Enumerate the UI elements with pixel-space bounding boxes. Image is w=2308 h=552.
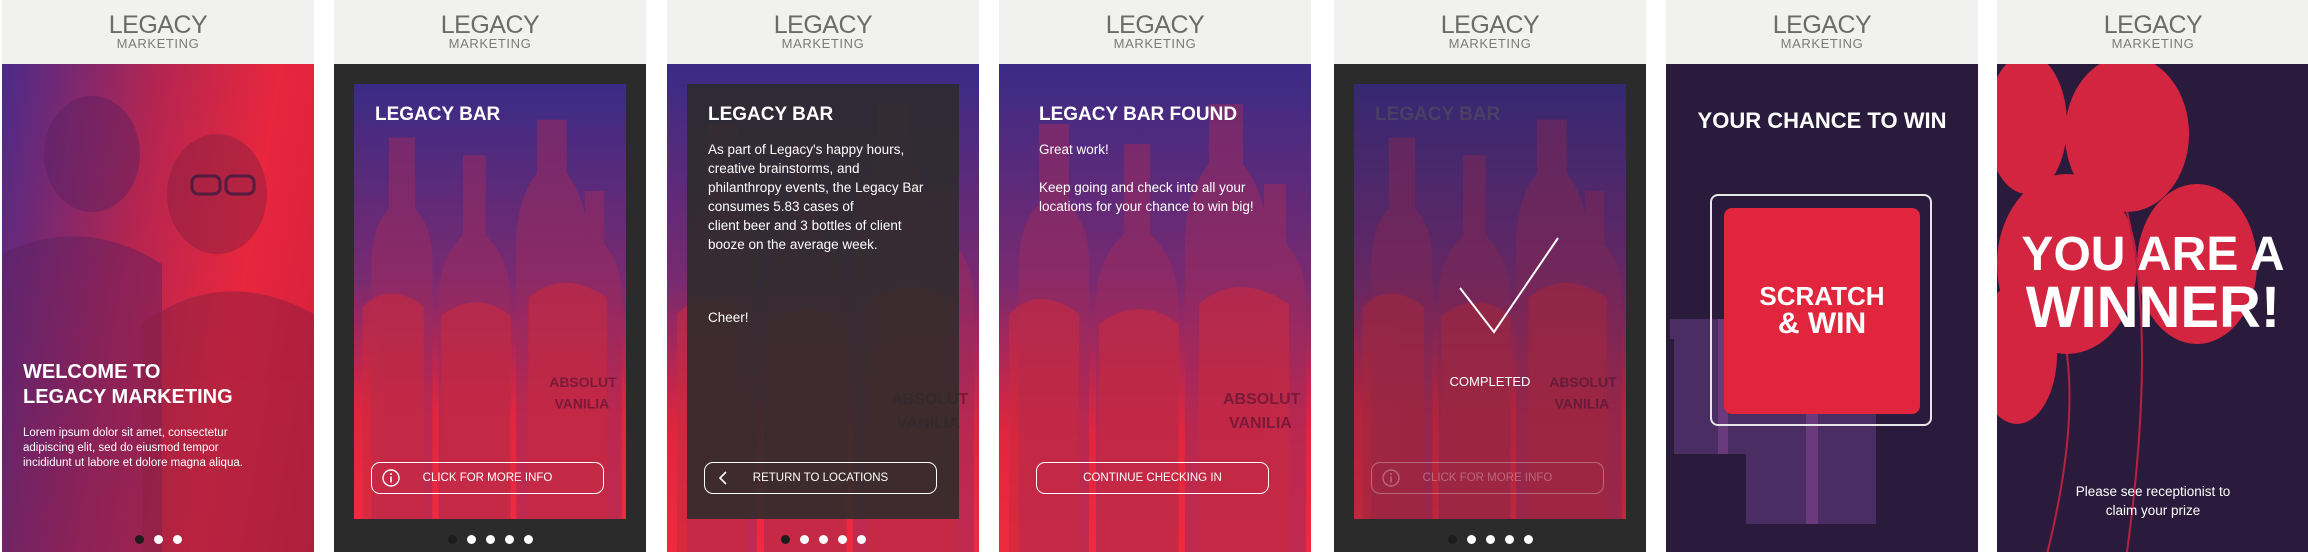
logo-legacy: LEGACY bbox=[2103, 11, 2203, 39]
found-line2: Keep going and check into all your locat… bbox=[1039, 180, 1254, 214]
page-dot-1[interactable] bbox=[780, 535, 790, 544]
welcome-body: Lorem ipsum dolor sit amet, consectetur … bbox=[23, 427, 243, 469]
card-title: LEGACY BAR bbox=[708, 104, 834, 125]
winner-title-line1: YOU ARE A bbox=[2021, 228, 2285, 281]
welcome-title: WELCOME TO LEGACY MARKETING bbox=[23, 361, 233, 408]
logo-legacy: LEGACY bbox=[108, 11, 208, 39]
logo-marketing: MARKETING bbox=[1780, 36, 1864, 51]
more-info-button-disabled[interactable]: CLICK FOR MORE INFO bbox=[1371, 462, 1604, 494]
screen-bar-info: LEGACY MARKETING LEGACY BAR As part of L… bbox=[667, 0, 979, 552]
logo-legacy: LEGACY bbox=[1440, 11, 1540, 39]
winner-title-line2: WINNER! bbox=[2025, 275, 2281, 340]
card-body: As part of Legacy's happy hours, creativ… bbox=[708, 142, 924, 252]
pagination-dots bbox=[1334, 535, 1646, 544]
found-line1: Great work! bbox=[1039, 142, 1109, 157]
pagination-dots bbox=[334, 535, 646, 544]
screen-chance-to-win: LEGACY MARKETING YOUR CHANCE TO WIN SCRA… bbox=[1666, 0, 1978, 552]
more-info-label: CLICK FOR MORE INFO bbox=[422, 472, 553, 484]
app-header: LEGACY MARKETING bbox=[667, 0, 979, 64]
scratch-top-label: SCRATCH bbox=[1759, 281, 1885, 311]
logo-marketing: MARKETING bbox=[448, 36, 532, 51]
logo-marketing: MARKETING bbox=[116, 36, 200, 51]
app-header: LEGACY MARKETING bbox=[1997, 0, 2308, 64]
page-dot-5[interactable] bbox=[856, 535, 866, 544]
page-dot-3[interactable] bbox=[172, 535, 182, 544]
pagination-dots bbox=[667, 535, 979, 544]
page-dot-2[interactable] bbox=[153, 535, 163, 544]
completed-frame: LEGACY BAR COMPLETED CLICK FOR MORE INFO bbox=[1334, 64, 1646, 552]
app-header: LEGACY MARKETING bbox=[1666, 0, 1978, 64]
card-cheer: Cheer! bbox=[708, 310, 749, 325]
win-area: YOUR CHANCE TO WIN SCRATCH & WIN bbox=[1666, 64, 1978, 552]
page-dot-4[interactable] bbox=[837, 535, 847, 544]
screen-welcome: LEGACY MARKETING WELCOME TO LEGACY MARKE… bbox=[2, 0, 314, 552]
winner-area: YOU ARE A WINNER! Please see receptionis… bbox=[1997, 64, 2308, 552]
page-dot-2[interactable] bbox=[466, 535, 476, 544]
pagination-dots bbox=[2, 535, 314, 544]
hero-photo bbox=[2, 96, 314, 552]
card-title: LEGACY BAR bbox=[375, 104, 501, 125]
page-dot-3[interactable] bbox=[818, 535, 828, 544]
logo-marketing: MARKETING bbox=[2111, 36, 2195, 51]
bar-found-area: LEGACY BAR FOUND Great work! Keep going … bbox=[999, 64, 1311, 552]
app-header: LEGACY MARKETING bbox=[1334, 0, 1646, 64]
logo-legacy: LEGACY bbox=[1772, 11, 1872, 39]
winner-note: Please see receptionist to claim your pr… bbox=[2075, 484, 2231, 518]
page-dot-1[interactable] bbox=[447, 535, 457, 544]
bar-info-area: LEGACY BAR As part of Legacy's happy hou… bbox=[667, 64, 979, 552]
app-header: LEGACY MARKETING bbox=[334, 0, 646, 64]
logo-marketing: MARKETING bbox=[1448, 36, 1532, 51]
chevron-left-icon bbox=[718, 471, 727, 485]
scratch-card-frame: SCRATCH & WIN bbox=[1710, 194, 1932, 426]
bar-card: LEGACY BAR bbox=[354, 84, 626, 519]
screen-bar-found: LEGACY MARKETING LEGACY BAR FOUND Great … bbox=[999, 0, 1311, 552]
info-card: LEGACY BAR As part of Legacy's happy hou… bbox=[687, 84, 959, 519]
page-dot-4[interactable] bbox=[1504, 535, 1514, 544]
return-label: RETURN TO LOCATIONS bbox=[752, 472, 889, 484]
found-title: LEGACY BAR FOUND bbox=[1039, 104, 1238, 125]
continue-checking-in-button[interactable]: CONTINUE CHECKING IN bbox=[1036, 462, 1269, 494]
card-title: LEGACY BAR bbox=[1375, 104, 1501, 125]
page-dot-3[interactable] bbox=[1485, 535, 1495, 544]
logo-marketing: MARKETING bbox=[1113, 36, 1197, 51]
bar-card-frame: LEGACY BAR CLICK FOR MORE INFO bbox=[334, 64, 646, 552]
screen-legacy-bar: LEGACY MARKETING LEGACY BAR CLICK FOR MO… bbox=[334, 0, 646, 552]
page-dot-3[interactable] bbox=[485, 535, 495, 544]
scratch-bottom-label: & WIN bbox=[1777, 307, 1867, 340]
info-icon bbox=[382, 469, 400, 487]
page-dot-1[interactable] bbox=[1447, 535, 1457, 544]
checkmark-icon bbox=[1459, 237, 1559, 334]
app-header: LEGACY MARKETING bbox=[2, 0, 314, 64]
scratch-and-win-button[interactable]: SCRATCH & WIN bbox=[1724, 208, 1920, 414]
page-dot-2[interactable] bbox=[1466, 535, 1476, 544]
page-dot-2[interactable] bbox=[799, 535, 809, 544]
screen-completed: LEGACY MARKETING LEGACY BAR COMPLETED CL… bbox=[1334, 0, 1646, 552]
screen-winner: LEGACY MARKETING YOU ARE A WINNER! Pleas… bbox=[1997, 0, 2308, 552]
page-dot-5[interactable] bbox=[1523, 535, 1533, 544]
page-dot-1[interactable] bbox=[134, 535, 144, 544]
more-info-button[interactable]: CLICK FOR MORE INFO bbox=[371, 462, 604, 494]
page-dot-5[interactable] bbox=[523, 535, 533, 544]
more-info-label: CLICK FOR MORE INFO bbox=[1422, 472, 1553, 484]
app-header: LEGACY MARKETING bbox=[999, 0, 1311, 64]
logo-legacy: LEGACY bbox=[773, 11, 873, 39]
logo-marketing: MARKETING bbox=[781, 36, 865, 51]
info-icon bbox=[1382, 469, 1400, 487]
welcome-hero: WELCOME TO LEGACY MARKETING Lorem ipsum … bbox=[2, 64, 314, 552]
page-dot-4[interactable] bbox=[504, 535, 514, 544]
completed-status: COMPLETED bbox=[1449, 374, 1531, 389]
logo-legacy: LEGACY bbox=[440, 11, 540, 39]
logo-legacy: LEGACY bbox=[1105, 11, 1205, 39]
completed-card: LEGACY BAR COMPLETED bbox=[1354, 84, 1626, 519]
continue-label: CONTINUE CHECKING IN bbox=[1083, 472, 1222, 484]
return-to-locations-button[interactable]: RETURN TO LOCATIONS bbox=[704, 462, 937, 494]
